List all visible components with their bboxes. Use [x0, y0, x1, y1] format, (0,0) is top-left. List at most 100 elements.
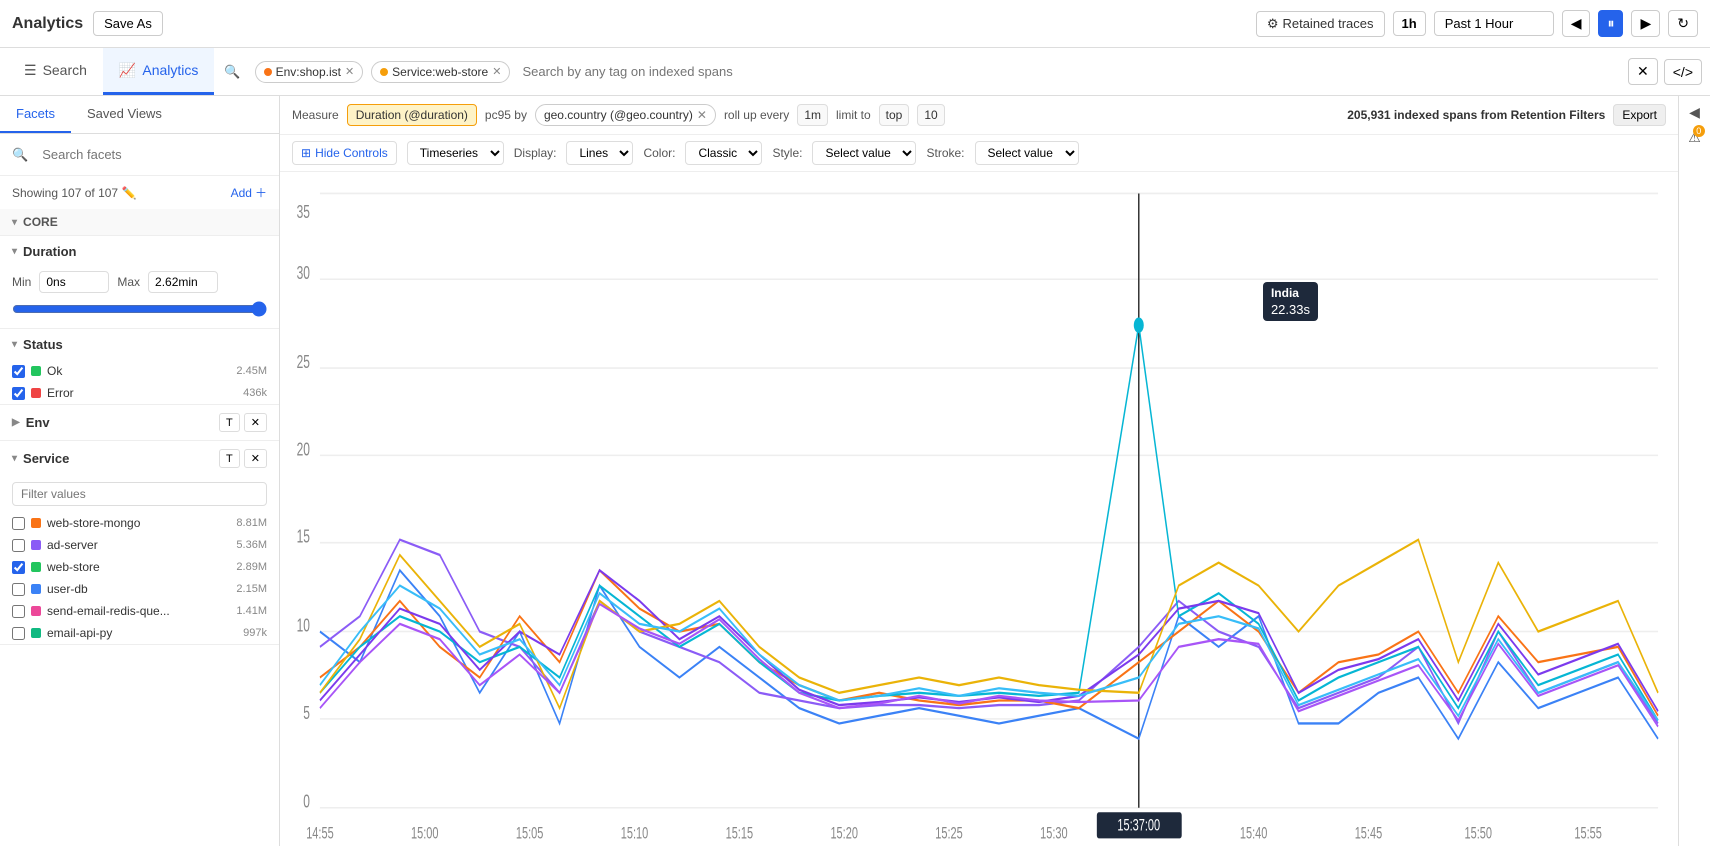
svg-text:15:45: 15:45 — [1355, 824, 1383, 843]
search-input[interactable] — [514, 64, 1628, 79]
svg-text:15:37:00: 15:37:00 — [1117, 816, 1160, 835]
service-send-email-checkbox[interactable] — [12, 605, 25, 618]
service-email-api-py-checkbox[interactable] — [12, 627, 25, 640]
sidebar-tab-saved-views[interactable]: Saved Views — [71, 96, 178, 133]
status-facet: ▾ Status Ok 2.45M Error 436k — [0, 329, 279, 405]
chart-area: Measure Duration (@duration) pc95 by geo… — [280, 96, 1678, 846]
span-count: 205,931 indexed spans from Retention Fil… — [1347, 108, 1605, 122]
svg-text:15:30: 15:30 — [1040, 824, 1068, 843]
duration-min-input[interactable] — [39, 271, 109, 293]
display-label: Display: — [514, 146, 557, 160]
env-filter-button[interactable]: T — [219, 413, 240, 432]
rollup-label: roll up every — [724, 108, 789, 122]
showing-count: Showing 107 of 107 ✏️ — [12, 186, 136, 200]
app-title: Analytics — [12, 15, 83, 33]
top-bar-right: ⚙ Retained traces 1h Past 1 Hour Past 4 … — [1256, 10, 1698, 37]
warning-icon[interactable]: ⚠ 0 — [1688, 129, 1701, 146]
warning-count: 0 — [1693, 125, 1705, 137]
service-ad-server: ad-server 5.36M — [0, 534, 279, 556]
svg-text:15: 15 — [297, 527, 310, 547]
sidebar-search-icon: 🔍 — [12, 147, 28, 163]
pc95-label: pc95 by — [485, 108, 527, 122]
svg-text:0: 0 — [303, 792, 310, 812]
env-facet-header[interactable]: ▶ Env T ✕ — [0, 405, 279, 440]
sidebar-search: 🔍 — [0, 134, 279, 176]
env-tag-pill[interactable]: Env:shop.ist ✕ — [255, 61, 364, 83]
retained-traces-button[interactable]: ⚙ Retained traces — [1256, 11, 1385, 37]
service-filter-button[interactable]: T — [219, 449, 240, 468]
collapse-icon[interactable]: ◀ — [1689, 104, 1700, 121]
color-label: Color: — [643, 146, 675, 160]
stroke-select[interactable]: Select value Normal Thick — [975, 141, 1079, 165]
status-error-checkbox[interactable] — [12, 387, 25, 400]
search-icon[interactable]: 🔍 — [214, 64, 250, 80]
viz-type-select[interactable]: Timeseries Top List Table — [407, 141, 504, 165]
tab-search[interactable]: ☰ Search — [8, 48, 103, 95]
geo-pill[interactable]: geo.country (@geo.country) ✕ — [535, 104, 716, 126]
service-web-store-checkbox[interactable] — [12, 561, 25, 574]
code-view-button[interactable]: </> — [1664, 59, 1702, 85]
service-ad-server-checkbox[interactable] — [12, 539, 25, 552]
sidebar-tab-facets[interactable]: Facets — [0, 96, 71, 133]
hide-controls-button[interactable]: ⊞ Hide Controls — [292, 141, 397, 165]
service-user-db-checkbox[interactable] — [12, 583, 25, 596]
search-bar: ☰ Search 📈 Analytics 🔍 Env:shop.ist ✕ Se… — [0, 48, 1710, 96]
svg-text:15:50: 15:50 — [1465, 824, 1493, 843]
sidebar: Facets Saved Views 🔍 Showing 107 of 107 … — [0, 96, 280, 846]
display-controls: ⊞ Hide Controls Timeseries Top List Tabl… — [280, 135, 1678, 172]
clear-search-button[interactable]: ✕ — [1628, 58, 1658, 85]
duration-facet-header[interactable]: ▾ Duration — [0, 236, 279, 267]
display-style-select[interactable]: Lines Bars Area — [566, 141, 633, 165]
time-range-select[interactable]: Past 1 Hour Past 4 Hours Past 1 Day — [1434, 11, 1554, 36]
measure-pill[interactable]: Duration (@duration) — [347, 104, 477, 126]
env-clear-button[interactable]: ✕ — [244, 413, 267, 432]
duration-slider-wrap — [0, 301, 279, 328]
export-button[interactable]: Export — [1613, 104, 1666, 126]
stroke-label: Stroke: — [926, 146, 964, 160]
service-tag-pill[interactable]: Service:web-store ✕ — [371, 61, 510, 83]
geo-remove-icon[interactable]: ✕ — [697, 108, 707, 122]
showing-row: Showing 107 of 107 ✏️ Add ＋ — [0, 176, 279, 209]
svg-text:15:10: 15:10 — [621, 824, 649, 843]
timeseries-chart[interactable]: 0 5 10 15 20 25 30 35 14: — [280, 172, 1678, 846]
duration-slider[interactable] — [12, 301, 267, 317]
svg-text:15:00: 15:00 — [411, 824, 439, 843]
remove-env-tag[interactable]: ✕ — [345, 65, 354, 78]
facets-search-input[interactable] — [34, 142, 267, 167]
status-ok-checkbox[interactable] — [12, 365, 25, 378]
duration-range-inputs: Min Max — [0, 267, 279, 301]
search-bar-right: ✕ </> — [1628, 58, 1702, 85]
save-as-button[interactable]: Save As — [93, 11, 163, 36]
limit-type[interactable]: top — [879, 104, 910, 126]
status-facet-header[interactable]: ▾ Status — [0, 329, 279, 360]
pause-button[interactable]: ⏸ — [1598, 10, 1623, 37]
color-select[interactable]: Classic Cool Warm — [685, 141, 762, 165]
status-error-item: Error 436k — [0, 382, 279, 404]
svg-text:15:05: 15:05 — [516, 824, 544, 843]
style-select[interactable]: Select value Solid Dashed — [812, 141, 916, 165]
analytics-icon: 📈 — [119, 62, 136, 79]
service-web-store-mongo-checkbox[interactable] — [12, 517, 25, 530]
nav-right-button[interactable]: ▶ — [1631, 10, 1660, 37]
svg-text:25: 25 — [297, 353, 310, 373]
add-facet-button[interactable]: Add ＋ — [231, 184, 267, 201]
service-search-input[interactable] — [12, 482, 267, 506]
limit-value[interactable]: 10 — [917, 104, 944, 126]
duration-max-input[interactable] — [148, 271, 218, 293]
remove-service-tag[interactable]: ✕ — [492, 65, 501, 78]
style-label: Style: — [772, 146, 802, 160]
tab-analytics[interactable]: 📈 Analytics — [103, 48, 214, 95]
time-preset-button[interactable]: 1h — [1393, 11, 1426, 36]
service-facet-header[interactable]: ▾ Service T ✕ — [0, 441, 279, 476]
svg-text:20: 20 — [297, 440, 311, 460]
rollup-value[interactable]: 1m — [797, 104, 828, 126]
service-send-email: send-email-redis-que... 1.41M — [0, 600, 279, 622]
chart-wrap: India 22.33s 0 5 10 15 20 25 30 35 — [280, 172, 1678, 846]
service-facet: ▾ Service T ✕ web-store-mongo 8.81M — [0, 441, 279, 645]
service-clear-button[interactable]: ✕ — [244, 449, 267, 468]
svg-text:5: 5 — [303, 703, 310, 723]
edit-icon[interactable]: ✏️ — [121, 186, 136, 200]
nav-left-button[interactable]: ◀ — [1562, 10, 1591, 37]
refresh-button[interactable]: ↻ — [1668, 10, 1698, 37]
core-section-header[interactable]: ▾ CORE — [0, 209, 279, 236]
